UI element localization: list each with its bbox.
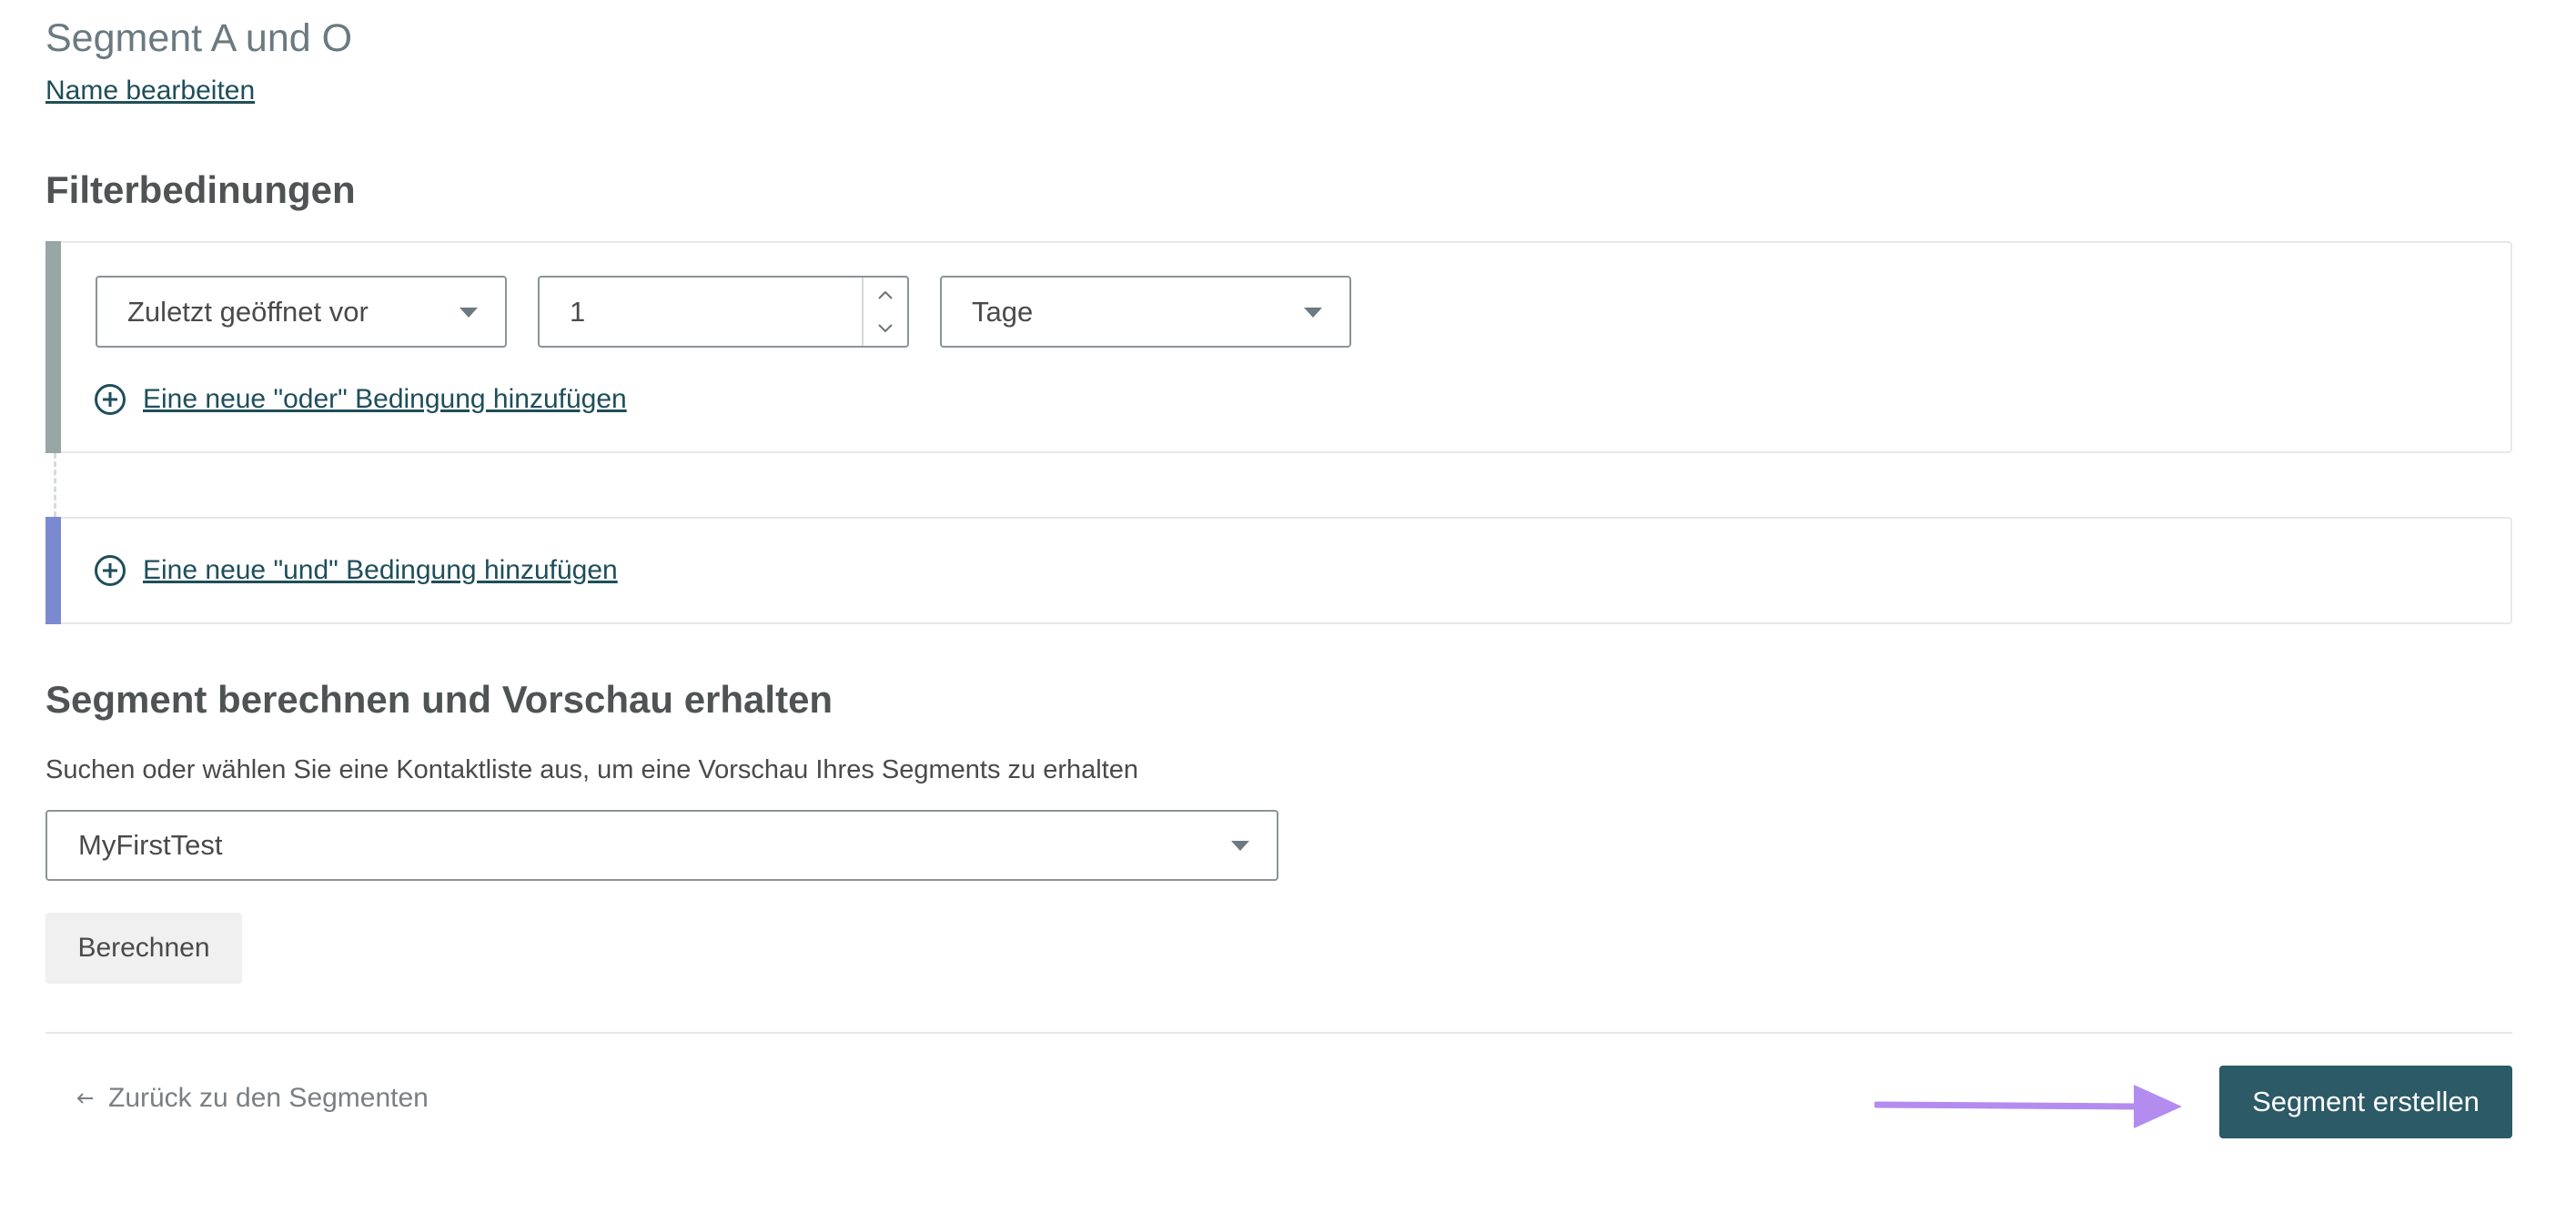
- preview-description: Suchen oder wählen Sie eine Kontaktliste…: [45, 755, 1139, 784]
- segment-title: Segment A und O: [45, 16, 353, 60]
- add-or-condition-link[interactable]: Eine neue "oder" Bedingung hinzufügen: [94, 383, 627, 416]
- or-group-bar: [45, 241, 61, 453]
- chevron-down-icon: [1304, 307, 1322, 318]
- add-or-condition-label: Eine neue "oder" Bedingung hinzufügen: [143, 384, 627, 414]
- increment-button[interactable]: [864, 278, 907, 312]
- and-condition-group: Eine neue "und" Bedingung hinzufügen: [45, 517, 2512, 624]
- condition-value-text: 1: [570, 295, 586, 328]
- decrement-button[interactable]: [864, 312, 907, 347]
- chevron-down-icon: [878, 324, 893, 333]
- add-and-condition-link[interactable]: Eine neue "und" Bedingung hinzufügen: [94, 554, 618, 587]
- create-segment-button[interactable]: Segment erstellen: [2219, 1066, 2512, 1138]
- arrow-left-icon: [76, 1093, 93, 1104]
- condition-field-value: Zuletzt geöffnet vor: [127, 295, 369, 328]
- and-group-bar: [45, 517, 61, 624]
- plus-circle-icon: [95, 555, 126, 586]
- preview-heading: Segment berechnen und Vorschau erhalten: [45, 678, 833, 721]
- add-and-condition-label: Eine neue "und" Bedingung hinzufügen: [143, 555, 618, 585]
- back-to-segments-link[interactable]: Zurück zu den Segmenten: [76, 1083, 429, 1114]
- chevron-up-icon: [878, 290, 893, 299]
- or-condition-group: Zuletzt geöffnet vor 1 Tage Eine neue "o…: [45, 241, 2512, 453]
- footer-divider: [45, 1032, 2512, 1034]
- chevron-down-icon: [460, 307, 478, 318]
- filter-heading: Filterbedinungen: [45, 168, 356, 211]
- edit-name-link[interactable]: Name bearbeiten: [45, 76, 255, 106]
- segment-editor-page: Segment A und O Name bearbeiten Filterbe…: [0, 0, 2576, 1213]
- condition-unit-value: Tage: [972, 295, 1034, 328]
- back-to-segments-label: Zurück zu den Segmenten: [108, 1083, 429, 1113]
- group-connector: [54, 453, 56, 517]
- calculate-button[interactable]: Berechnen: [45, 913, 242, 984]
- chevron-down-icon: [1231, 841, 1249, 851]
- contact-list-select[interactable]: MyFirstTest: [45, 810, 1278, 881]
- plus-circle-icon: [95, 384, 126, 415]
- arrow-right-icon: [1874, 1085, 2182, 1128]
- number-spinner: [862, 278, 907, 346]
- condition-value-input[interactable]: 1: [538, 276, 909, 348]
- contact-list-value: MyFirstTest: [78, 829, 223, 861]
- condition-unit-select[interactable]: Tage: [940, 276, 1351, 348]
- condition-field-select[interactable]: Zuletzt geöffnet vor: [96, 276, 507, 348]
